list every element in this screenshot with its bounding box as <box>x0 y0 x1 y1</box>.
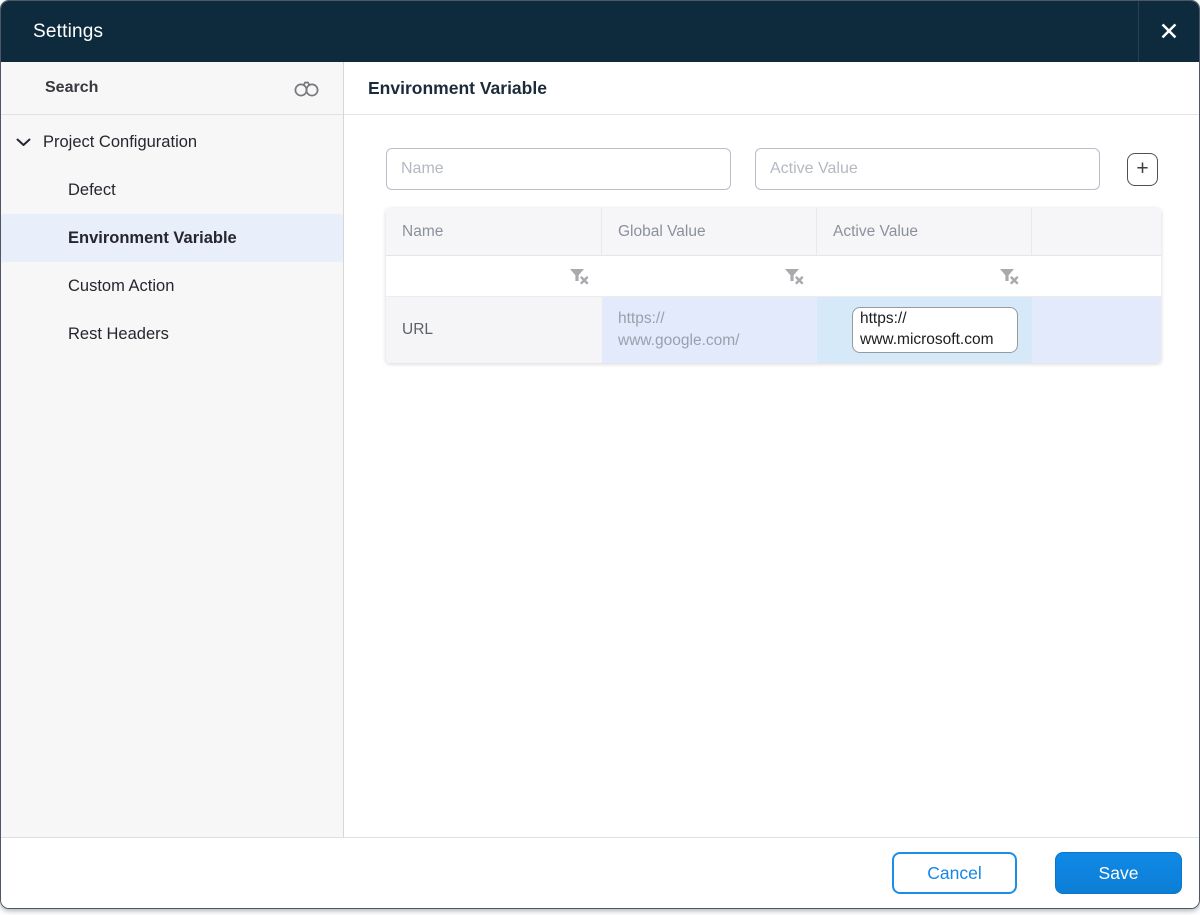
dialog-title: Settings <box>33 20 104 42</box>
sidebar-item-rest-headers[interactable]: Rest Headers <box>1 310 343 358</box>
chevron-down-icon <box>16 138 31 146</box>
sidebar-search[interactable]: Search <box>1 62 343 115</box>
save-button[interactable]: Save <box>1055 852 1182 894</box>
settings-nav-tree: Project Configuration Defect Environment… <box>1 115 343 358</box>
sidebar-item-label: Rest Headers <box>68 324 169 343</box>
name-input[interactable] <box>386 148 731 190</box>
cell-name[interactable]: URL <box>386 297 602 363</box>
column-header-active-value: Active Value <box>817 208 1032 255</box>
filter-clear-icon <box>1000 268 1019 284</box>
tree-parent-label: Project Configuration <box>43 132 198 151</box>
add-variable-form: + <box>386 148 1199 190</box>
filter-cell-empty <box>1032 256 1161 296</box>
filter-cell-active-value[interactable] <box>817 256 1032 296</box>
main-content: + Name Global Value Active Value <box>344 115 1199 363</box>
cell-filler <box>1032 297 1161 363</box>
active-value-cell-text: https://​www.microsoft.com <box>860 310 994 348</box>
active-value-input[interactable] <box>755 148 1100 190</box>
cell-global-value[interactable]: https://​www.google.com/ <box>602 297 817 363</box>
filter-clear-icon <box>570 268 589 284</box>
cell-name-value: URL <box>402 321 434 338</box>
table-header-row: Name Global Value Active Value <box>386 208 1161 256</box>
close-icon: ✕ <box>1158 17 1180 46</box>
sidebar-item-defect[interactable]: Defect <box>1 166 343 214</box>
table-filter-row <box>386 256 1161 297</box>
active-value-cell-input[interactable]: https://​www.microsoft.com <box>852 307 1018 353</box>
sidebar-item-label: Defect <box>68 180 116 199</box>
close-button[interactable]: ✕ <box>1138 1 1199 62</box>
table-row: URL https://​www.google.com/ https://​ww… <box>386 297 1161 363</box>
cell-active-value: https://​www.microsoft.com <box>817 297 1032 363</box>
settings-dialog: Settings ✕ Search Project Configuration … <box>0 0 1200 909</box>
dialog-footer: Cancel Save <box>1 837 1199 908</box>
settings-sidebar: Search Project Configuration Defect Envi… <box>1 62 344 837</box>
filter-clear-icon <box>785 268 804 284</box>
binoculars-icon <box>294 81 319 97</box>
dialog-body: Search Project Configuration Defect Envi… <box>1 62 1199 837</box>
main-panel: Environment Variable + Name Global Value… <box>344 62 1199 837</box>
sidebar-item-label: Environment Variable <box>68 228 237 247</box>
sidebar-item-label: Custom Action <box>68 276 175 295</box>
tree-node-project-configuration[interactable]: Project Configuration <box>1 118 343 166</box>
filter-cell-name[interactable] <box>386 256 602 296</box>
add-variable-button[interactable]: + <box>1127 152 1158 186</box>
filter-cell-global-value[interactable] <box>602 256 817 296</box>
cell-global-value-text: https://​www.google.com/ <box>618 310 740 349</box>
main-panel-header: Environment Variable <box>344 62 1199 115</box>
column-header-global-value: Global Value <box>602 208 817 255</box>
environment-variable-table: Name Global Value Active Value URL https… <box>386 208 1161 363</box>
sidebar-item-custom-action[interactable]: Custom Action <box>1 262 343 310</box>
column-header-name: Name <box>386 208 602 255</box>
sidebar-item-environment-variable[interactable]: Environment Variable <box>1 214 343 262</box>
cancel-button[interactable]: Cancel <box>892 852 1017 894</box>
page-title: Environment Variable <box>368 77 547 98</box>
search-label: Search <box>45 79 99 96</box>
dialog-titlebar: Settings ✕ <box>1 1 1199 62</box>
column-header-empty <box>1032 208 1161 255</box>
